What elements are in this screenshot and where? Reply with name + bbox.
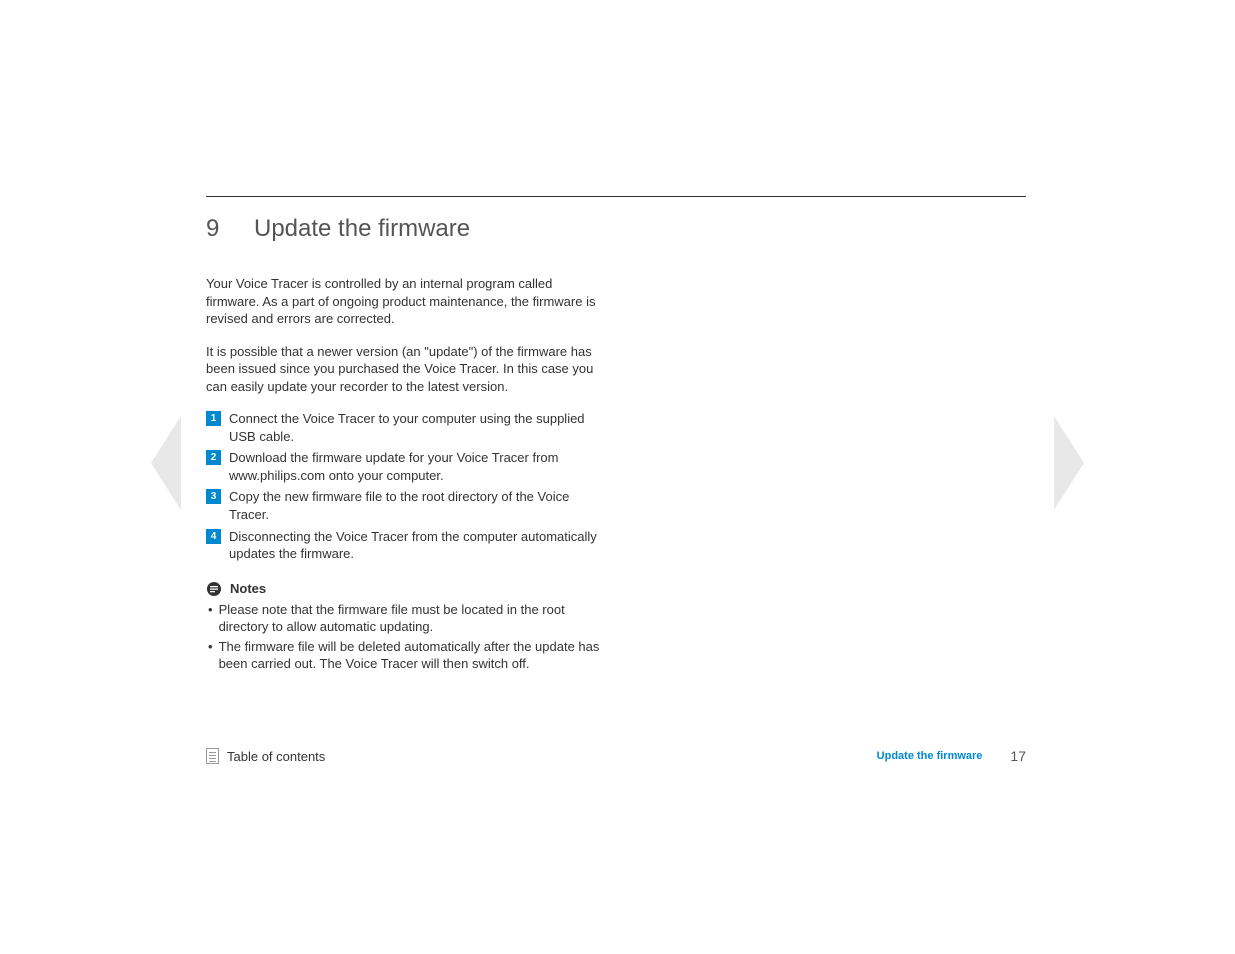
- step-number-badge: 3: [206, 489, 221, 504]
- document-icon: [206, 748, 219, 764]
- prev-page-button[interactable]: [143, 416, 191, 510]
- step-text: Copy the new firmware file to the root d…: [229, 488, 606, 523]
- bullet-marker: •: [208, 601, 213, 619]
- next-page-button[interactable]: [1044, 416, 1092, 510]
- steps-list: 1 Connect the Voice Tracer to your compu…: [206, 410, 606, 562]
- toc-label: Table of contents: [227, 749, 325, 764]
- step-item: 3 Copy the new firmware file to the root…: [206, 488, 606, 523]
- step-text: Connect the Voice Tracer to your compute…: [229, 410, 606, 445]
- content-column: Your Voice Tracer is controlled by an in…: [206, 275, 606, 673]
- section-link[interactable]: Update the firmware: [877, 750, 983, 762]
- page-footer: Table of contents Update the firmware 17: [206, 748, 1026, 764]
- step-text: Download the firmware update for your Vo…: [229, 449, 606, 484]
- note-item: • Please note that the firmware file mus…: [206, 601, 606, 636]
- intro-paragraph-2: It is possible that a newer version (an …: [206, 343, 606, 396]
- chevron-left-icon: [143, 416, 191, 510]
- chapter-title: Update the firmware: [254, 215, 470, 243]
- page-content: 9 Update the firmware Your Voice Tracer …: [206, 196, 1026, 675]
- note-item: • The firmware file will be deleted auto…: [206, 638, 606, 673]
- step-number-badge: 4: [206, 529, 221, 544]
- page-number: 17: [1010, 748, 1026, 764]
- note-text: Please note that the firmware file must …: [219, 601, 606, 636]
- step-item: 1 Connect the Voice Tracer to your compu…: [206, 410, 606, 445]
- toc-link[interactable]: Table of contents: [206, 748, 325, 764]
- notes-list: • Please note that the firmware file mus…: [206, 601, 606, 673]
- notes-icon: [206, 581, 222, 597]
- chapter-header: 9 Update the firmware: [206, 215, 1026, 243]
- step-text: Disconnecting the Voice Tracer from the …: [229, 528, 606, 563]
- intro-paragraph-1: Your Voice Tracer is controlled by an in…: [206, 275, 606, 328]
- header-divider: [206, 196, 1026, 197]
- footer-right: Update the firmware 17: [877, 748, 1026, 764]
- step-item: 2 Download the firmware update for your …: [206, 449, 606, 484]
- notes-title: Notes: [230, 581, 266, 596]
- bullet-marker: •: [208, 638, 213, 656]
- step-number-badge: 2: [206, 450, 221, 465]
- chevron-right-icon: [1044, 416, 1092, 510]
- note-text: The firmware file will be deleted automa…: [219, 638, 606, 673]
- step-number-badge: 1: [206, 411, 221, 426]
- step-item: 4 Disconnecting the Voice Tracer from th…: [206, 528, 606, 563]
- chapter-number: 9: [206, 215, 254, 243]
- notes-header: Notes: [206, 581, 606, 597]
